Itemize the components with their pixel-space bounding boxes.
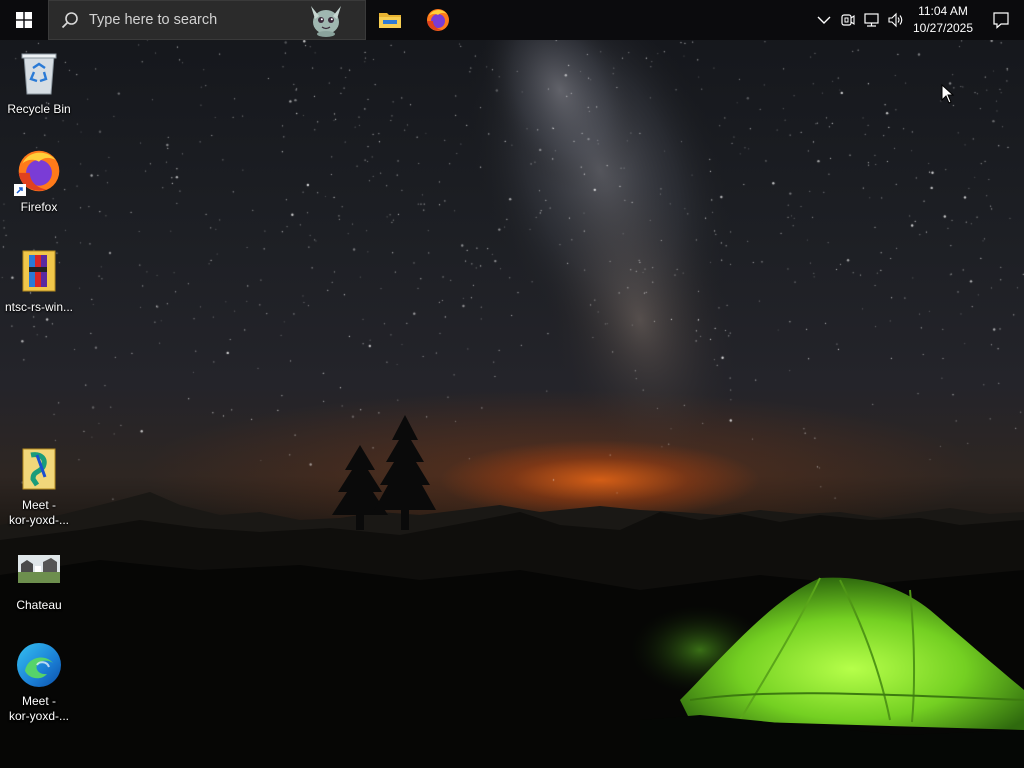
start-button[interactable] (0, 0, 48, 40)
desktop-icon-label: ntsc-rs-win... (4, 300, 73, 314)
recycle-bin-icon (21, 53, 57, 95)
clock-date: 10/27/2025 (912, 21, 974, 35)
volume-button[interactable] (884, 0, 908, 40)
desktop-icon-label: Firefox (20, 200, 58, 214)
desktop-icon-meet-shortcut-1[interactable]: Meet - kor-yoxd-... (0, 444, 78, 528)
image-file-icon (18, 555, 60, 583)
network-button[interactable] (860, 0, 884, 40)
show-hidden-icons-button[interactable] (812, 0, 836, 40)
search-box[interactable]: Type here to search (48, 0, 366, 40)
mouse-cursor-icon (941, 84, 955, 104)
firefox-icon (427, 9, 449, 31)
wallpaper-stars (0, 0, 1024, 520)
shortcut-icon (22, 448, 56, 490)
wallpaper-milky-way (468, 0, 736, 467)
taskbar-firefox[interactable] (414, 0, 462, 40)
desktop-icon-label: Recycle Bin (7, 102, 71, 116)
action-center-button[interactable] (978, 0, 1024, 40)
notification-icon (993, 12, 1009, 29)
taskbar-file-explorer[interactable] (366, 0, 414, 40)
desktop-icon-label: Meet - kor-yoxd-... (8, 498, 69, 527)
desktop-icon-label: Chateau (16, 598, 62, 612)
desktop-icon-meet-shortcut-2[interactable]: Meet - kor-yoxd-... (0, 640, 78, 724)
system-tray: 11:04 AM 10/27/2025 (812, 0, 1024, 40)
zip-folder-icon (22, 250, 56, 292)
volume-icon (888, 12, 903, 28)
folder-icon (379, 13, 401, 28)
taskbar: Type here to search 11:04 AM 10/27/2025 (0, 0, 1024, 40)
network-icon (864, 13, 879, 27)
desktop-icon-chateau[interactable]: Chateau (0, 544, 78, 613)
meet-now-icon (841, 14, 855, 26)
desktop-icon-ntsc-rs[interactable]: ntsc-rs-win... (0, 246, 78, 315)
desktop-icon-firefox[interactable]: Firefox (0, 146, 78, 215)
search-placeholder: Type here to search (89, 12, 218, 28)
edge-icon (17, 643, 61, 687)
desktop-icon-recycle-bin[interactable]: Recycle Bin (0, 48, 78, 117)
search-highlight-icon[interactable] (305, 4, 347, 38)
meet-now-button[interactable] (836, 0, 860, 40)
chevron-up-icon (817, 16, 831, 24)
shortcut-arrow-icon (14, 184, 26, 196)
windows-logo-icon (16, 12, 32, 28)
search-icon (61, 12, 78, 29)
wallpaper-landscape (0, 415, 1024, 768)
desktop-icon-label: Meet - kor-yoxd-... (8, 694, 69, 723)
clock-time: 11:04 AM (918, 4, 968, 18)
desktop-background[interactable]: Type here to search 11:04 AM 10/27/2025 … (0, 0, 1024, 768)
taskbar-clock[interactable]: 11:04 AM 10/27/2025 (908, 0, 978, 40)
